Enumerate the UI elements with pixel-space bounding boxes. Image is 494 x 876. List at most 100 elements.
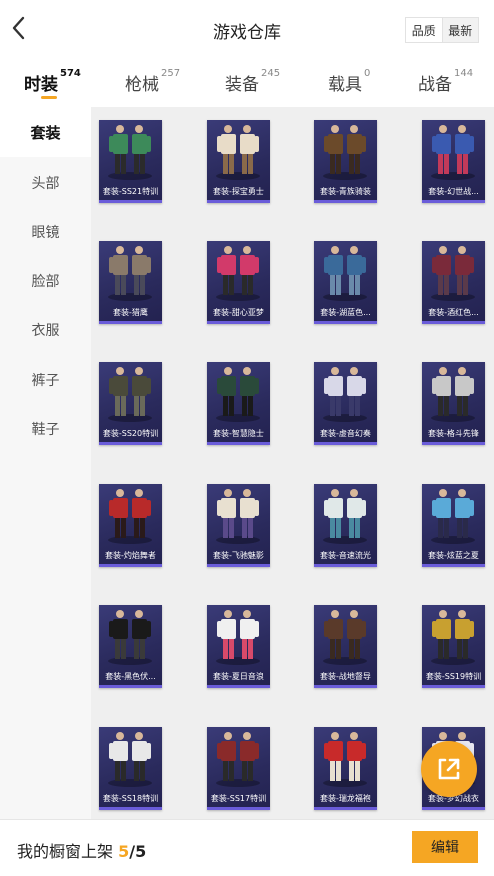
outfit-card[interactable]: 套装-SS19特训 [422,605,485,688]
outfit-label: 套装-SS19特训 [425,672,482,681]
outfit-label: 套装-格斗先锋 [428,429,479,438]
outfit-image [323,610,367,665]
header-bar: 游戏仓库 品质 最新 [0,0,494,58]
sort-toggle: 品质 最新 [405,17,479,43]
sidebar-item-clothes[interactable]: 衣服 [0,305,91,355]
outfit-label: 套装-探宝勇士 [213,187,264,196]
sidebar-item-head[interactable]: 头部 [0,158,91,208]
outfit-card[interactable]: 套装-虚音幻奏 [314,362,377,445]
sidebar-item-shoes[interactable]: 鞋子 [0,404,91,454]
tab-count: 574 [60,68,81,79]
outfit-label: 套装-虚音幻奏 [320,429,371,438]
outfit-label: 套装-灼焰舞者 [105,551,156,560]
outfit-image [216,489,260,544]
tab-count: 144 [454,68,474,79]
outfit-label: 套装-幻世战... [428,187,479,196]
tab-count: 257 [161,68,181,79]
showcase-total: /5 [129,842,147,861]
outfit-card[interactable]: 套装-智慧隐士 [207,362,270,445]
outfit-image [323,489,367,544]
outfit-label: 套装-SS17特训 [210,794,267,803]
outfit-card[interactable]: 套装-幻世战... [422,120,485,203]
outfit-card[interactable]: 套装-猎鹰 [99,241,162,324]
outfit-label: 套装-SS18特训 [102,794,159,803]
sidebar-item-face[interactable]: 脸部 [0,256,91,306]
sort-quality-button[interactable]: 品质 [406,18,443,42]
outfit-image [323,732,367,787]
outfit-label: 套装-黑色伏... [105,672,156,681]
outfit-image [431,489,475,544]
outfit-image [216,610,260,665]
outfit-card[interactable]: 套装-湖蓝色... [314,241,377,324]
item-grid: 套装-SS21特训 套装-探宝勇士 套装-青族骑装 套装-幻世战... 套装-猎鹰 套装-… [91,107,494,819]
sidebar-item-glasses[interactable]: 眼镜 [0,207,91,257]
tab-count: 0 [364,68,371,79]
outfit-label: 套装-SS21特训 [102,187,159,196]
outfit-label: 套装-酒红色... [428,308,479,317]
outfit-image [108,732,152,787]
outfit-card[interactable]: 套装-探宝勇士 [207,120,270,203]
outfit-card[interactable]: 套装-战地督导 [314,605,377,688]
outfit-card[interactable]: 套装-SS21特训 [99,120,162,203]
outfit-label: 套装-青族骑装 [320,187,371,196]
tab-count: 245 [261,68,281,79]
outfit-label: 套装-湖蓝色... [320,308,371,317]
outfit-image [108,246,152,301]
tab-weapons[interactable]: 枪械257 [125,68,181,95]
outfit-image [323,367,367,422]
outfit-card[interactable]: 套装-夏日音浪 [207,605,270,688]
outfit-label: 套装-猎鹰 [113,308,148,317]
outfit-label: 套装-炫蓝之夏 [428,551,479,560]
outfit-image [108,367,152,422]
active-tab-indicator [41,96,57,99]
outfit-card[interactable]: 套装-飞驰魅影 [207,484,270,567]
outfit-image [216,125,260,180]
outfit-image [108,610,152,665]
category-tabs: 时装574 枪械257 装备245 载具0 战备144 [0,58,494,104]
share-button[interactable] [421,741,477,797]
outfit-card[interactable]: 套装-甜心亚梦 [207,241,270,324]
subcategory-sidebar: 套装 头部 眼镜 脸部 衣服 裤子 鞋子 [0,107,91,819]
tab-equipment[interactable]: 装备245 [225,68,281,95]
outfit-card[interactable]: 套装-SS17特训 [207,727,270,810]
outfit-label: 套装-战地督导 [320,672,371,681]
outfit-card[interactable]: 套装-音速流光 [314,484,377,567]
outfit-image [216,367,260,422]
outfit-image [108,125,152,180]
outfit-label: 套装-SS20特训 [102,429,159,438]
share-icon [438,758,460,780]
outfit-label: 套装-飞驰魅影 [213,551,264,560]
outfit-card[interactable]: 套装-黑色伏... [99,605,162,688]
outfit-image [323,125,367,180]
outfit-card[interactable]: 套装-格斗先锋 [422,362,485,445]
outfit-image [431,125,475,180]
outfit-label: 套装-瑞龙福袍 [320,794,371,803]
outfit-card[interactable]: 套装-瑞龙福袍 [314,727,377,810]
outfit-image [108,489,152,544]
outfit-label: 套装-夏日音浪 [213,672,264,681]
outfit-image [216,246,260,301]
outfit-image [216,732,260,787]
sort-latest-button[interactable]: 最新 [443,18,479,42]
outfit-card[interactable]: 套装-酒红色... [422,241,485,324]
outfit-card[interactable]: 套装-青族骑装 [314,120,377,203]
outfit-label: 套装-智慧隐士 [213,429,264,438]
outfit-card[interactable]: 套装-灼焰舞者 [99,484,162,567]
outfit-image [431,610,475,665]
showcase-status: 我的橱窗上架 5/5 [17,842,147,861]
outfit-card[interactable]: 套装-SS20特训 [99,362,162,445]
showcase-count: 5 [118,842,130,861]
outfit-label: 套装-甜心亚梦 [213,308,264,317]
sidebar-item-suit[interactable]: 套装 [0,107,91,157]
edit-button[interactable]: 编辑 [412,831,478,863]
outfit-label: 套装-音速流光 [320,551,371,560]
tab-supplies[interactable]: 战备144 [418,68,474,95]
tab-vehicles[interactable]: 载具0 [328,68,371,95]
outfit-image [431,246,475,301]
outfit-card[interactable]: 套装-炫蓝之夏 [422,484,485,567]
tab-fashion[interactable]: 时装574 [24,68,81,95]
outfit-card[interactable]: 套装-SS18特训 [99,727,162,810]
footer-bar: 我的橱窗上架 5/5 编辑 [0,819,494,876]
sidebar-item-pants[interactable]: 裤子 [0,355,91,405]
outfit-image [431,367,475,422]
